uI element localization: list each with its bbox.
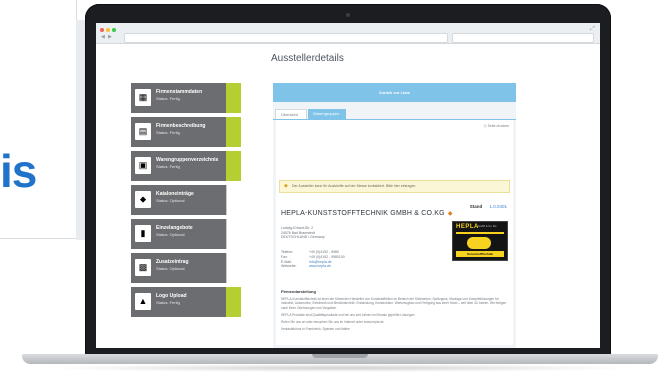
step-status: Status: Fertig <box>156 300 180 305</box>
flame-icon: ◆ <box>447 211 453 217</box>
step-status: Status: Fertig <box>156 130 180 135</box>
laptop-base <box>22 354 658 364</box>
details-panel: ⎙ Seite drucken ◆ Der Aussteller kann fü… <box>276 120 513 345</box>
browser-search-field[interactable] <box>452 33 594 43</box>
minimize-window-icon[interactable] <box>106 28 110 32</box>
partial-headline: is <box>0 145 37 197</box>
step-status-indicator <box>226 83 241 113</box>
company-address: Ludwig-Erhard-Str. 2 24576 Bad Bramstedt… <box>281 226 325 240</box>
stand-label: Stand <box>469 204 483 209</box>
description-paragraph: Rufen Sie uns an oder besuchen Sie uns i… <box>281 320 384 325</box>
back-to-list-button[interactable]: Zurück zur Liste <box>273 83 516 102</box>
description-paragraph: HEPLA-Kunststofftechnik ist einer der fü… <box>281 297 507 310</box>
boxes-icon: ▣ <box>135 157 151 174</box>
website-link[interactable]: www.hepla.de <box>309 264 331 269</box>
tab-bar: Übersicht Warengruppen <box>273 107 516 120</box>
maximize-window-icon[interactable] <box>112 28 116 32</box>
step-title: Einzelangebote <box>156 225 193 231</box>
logo-emblem <box>467 237 491 249</box>
step-title: Zusatzeintrag <box>156 259 189 265</box>
sidebar-step[interactable]: ▩ Zusatzeintrag Status: Optional <box>131 253 241 283</box>
sidebar-step[interactable]: ▣ Warengruppenverzeichnis Status: Fertig <box>131 151 241 181</box>
step-title: Kataloneinträge <box>156 191 194 197</box>
description-paragraph: Verkaufsbüros in Frankreich, Spanien und… <box>281 327 350 332</box>
sidebar-step[interactable]: ⬥ Kataloneinträge Status: Optional <box>131 185 241 215</box>
background-line <box>0 238 76 239</box>
browser-window: ◀ ▶ ⤢ Ausstellerdetails ▦ Firmenstammdat… <box>96 23 600 348</box>
step-title: Firmenbeschreibung <box>156 123 206 129</box>
step-status-indicator <box>226 117 241 147</box>
background-line <box>76 0 77 20</box>
stand-number-link[interactable]: 1.0.0401 <box>489 204 507 209</box>
contact-key: Webseite: <box>281 264 297 269</box>
close-window-icon[interactable] <box>100 28 104 32</box>
step-status: Status: Optional <box>156 198 185 203</box>
image-icon: ▩ <box>135 259 151 276</box>
warning-icon: ◆ <box>284 183 288 189</box>
upload-icon: ▲ <box>135 293 151 310</box>
description-heading: Firmendarstellung <box>281 289 316 294</box>
contact-row: Webseite: www.hepla.de <box>281 264 345 269</box>
tag-icon: ⬥ <box>135 191 151 208</box>
sidebar-step[interactable]: ▦ Firmenstammdaten Status: Fertig <box>131 83 241 113</box>
forward-arrow-icon[interactable]: ▶ <box>108 34 112 40</box>
address-bar[interactable] <box>124 33 448 43</box>
description-paragraph: HEPLA Produkte sind Qualitätsprodukte un… <box>281 312 416 317</box>
company-name: HEPLA-KUNSTSTOFFTECHNIK GMBH & CO.KG ◆ <box>281 210 453 217</box>
step-title: Firmenstammdaten <box>156 89 203 95</box>
step-title: Logo Upload <box>156 293 187 299</box>
step-sidebar: ▦ Firmenstammdaten Status: Fertig ▤ Firm… <box>131 83 241 321</box>
logo-tagline: KunststoffTechnik <box>456 251 504 257</box>
print-page-link[interactable]: ⎙ Seite drucken <box>484 124 509 128</box>
expand-icon[interactable]: ⤢ <box>590 26 595 33</box>
step-status: Status: Fertig <box>156 96 180 101</box>
company-logo: HEPLA GmbH & Co. KG KunststoffTechnik <box>452 221 508 261</box>
laptop-shadow <box>40 364 640 372</box>
building-icon: ▦ <box>135 89 151 106</box>
step-title: Warengruppenverzeichnis <box>156 157 219 163</box>
print-label: Seite drucken <box>487 124 509 128</box>
company-name-text: HEPLA-KUNSTSTOFFTECHNIK GMBH & CO.KG <box>281 210 445 217</box>
logo-subtext: GmbH & Co. KG <box>478 225 497 228</box>
logo-brand: HEPLA <box>456 224 479 230</box>
step-status-indicator <box>226 287 241 317</box>
camera-icon <box>346 13 350 17</box>
back-arrow-icon[interactable]: ◀ <box>101 34 105 40</box>
address-line: DEUTSCHLAND / Germany <box>281 235 325 240</box>
sidebar-step[interactable]: ▮ Einzelangebote Status: Optional <box>131 219 241 249</box>
step-status-indicator <box>226 185 241 215</box>
exhibitor-details: Zurück zur Liste Übersicht Warengruppen … <box>273 83 516 348</box>
tab-product-groups[interactable]: Warengruppen <box>308 109 346 119</box>
page-title: Ausstellerdetails <box>271 53 344 64</box>
sidebar-step[interactable]: ▤ Firmenbeschreibung Status: Fertig <box>131 117 241 147</box>
book-icon: ▤ <box>135 123 151 140</box>
contact-list: Telefon: +49 (0)4192 - 9980 Fax: +49 (0)… <box>281 250 345 269</box>
step-status: Status: Optional <box>156 232 185 237</box>
tab-overview[interactable]: Übersicht <box>275 109 307 119</box>
step-status-indicator <box>226 219 241 249</box>
info-notice: ◆ Der Aussteller kann für Auskünfte auf … <box>279 180 510 193</box>
stand-info: Stand 1.0.0401 <box>470 204 507 209</box>
step-status: Status: Fertig <box>156 164 180 169</box>
step-status-indicator <box>226 253 241 283</box>
sidebar-step[interactable]: ▲ Logo Upload Status: Fertig <box>131 287 241 317</box>
browser-toolbar: ◀ ▶ ⤢ <box>96 23 600 44</box>
step-status: Status: Optional <box>156 266 185 271</box>
company-description: HEPLA-Kunststofftechnik ist einer der fü… <box>281 297 507 335</box>
laptop-notch <box>312 354 368 358</box>
logo-bar <box>456 232 504 234</box>
step-status-indicator <box>226 151 241 181</box>
notice-text: Der Aussteller kann für Auskünfte auf de… <box>292 184 417 188</box>
user-icon: ▮ <box>135 225 151 242</box>
